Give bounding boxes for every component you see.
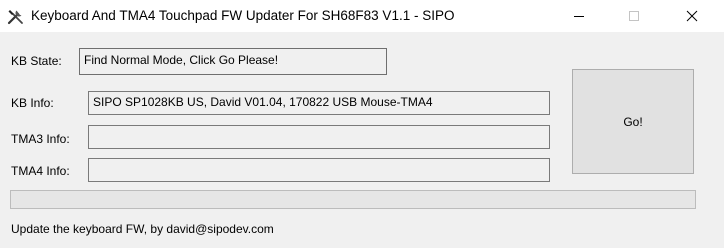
window-title: Keyboard And TMA4 Touchpad FW Updater Fo… <box>31 8 455 23</box>
tools-icon <box>7 8 24 25</box>
kb-info-field[interactable]: SIPO SP1028KB US, David V01.04, 170822 U… <box>88 91 550 115</box>
status-text: Update the keyboard FW, by david@sipodev… <box>11 222 274 236</box>
minimize-button[interactable] <box>556 0 602 32</box>
progress-bar <box>10 190 696 209</box>
title-bar[interactable]: Keyboard And TMA4 Touchpad FW Updater Fo… <box>0 0 724 32</box>
kb-info-label: KB Info: <box>11 96 54 110</box>
kb-state-field: Find Normal Mode, Click Go Please! <box>79 48 387 75</box>
go-button[interactable]: Go! <box>572 69 694 174</box>
kb-state-label: KB State: <box>11 54 62 68</box>
maximize-icon <box>629 11 639 21</box>
maximize-button[interactable] <box>611 0 657 32</box>
tma3-info-label: TMA3 Info: <box>11 132 70 146</box>
tma3-info-field[interactable] <box>88 125 550 149</box>
tma4-info-field[interactable] <box>88 158 550 182</box>
kb-info-value: SIPO SP1028KB US, David V01.04, 170822 U… <box>93 95 433 109</box>
kb-state-value: Find Normal Mode, Click Go Please! <box>84 53 279 67</box>
minimize-icon <box>574 16 584 17</box>
close-icon <box>686 10 698 22</box>
tma4-info-label: TMA4 Info: <box>11 164 70 178</box>
close-button[interactable] <box>669 0 715 32</box>
